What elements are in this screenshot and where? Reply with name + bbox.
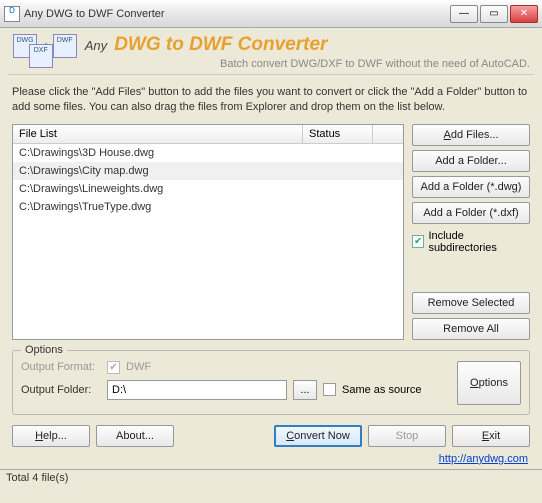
website-link[interactable]: http://anydwg.com — [439, 453, 528, 465]
options-button[interactable]: Options — [457, 361, 521, 405]
col-status[interactable]: Status — [303, 125, 373, 143]
list-item[interactable]: C:\Drawings\Lineweights.dwg — [13, 180, 403, 198]
file-list[interactable]: File List Status C:\Drawings\3D House.dw… — [12, 124, 404, 340]
add-files-button[interactable]: Add Files... — [412, 124, 530, 146]
close-button[interactable]: ✕ — [510, 5, 538, 23]
titlebar: D Any DWG to DWF Converter — ▭ ✕ — [0, 0, 542, 28]
header-title: DWG to DWF Converter — [114, 34, 327, 55]
remove-selected-button[interactable]: Remove Selected — [412, 292, 530, 314]
add-files-label: dd Files... — [451, 129, 499, 141]
header-subtitle: Batch convert DWG/DXF to DWF without the… — [85, 58, 530, 70]
header-icons: DWG ➔ DWF DXF — [12, 34, 79, 58]
maximize-button[interactable]: ▭ — [480, 5, 508, 23]
include-sub-checkbox[interactable]: ✔ — [412, 235, 424, 248]
status-bar: Total 4 file(s) — [0, 469, 542, 489]
output-folder-input[interactable] — [107, 380, 287, 400]
add-folder-dwg-button[interactable]: Add a Folder (*.dwg) — [412, 176, 530, 198]
dwf-label: DWF — [126, 361, 151, 373]
stop-button: Stop — [368, 425, 446, 447]
same-as-source-checkbox[interactable] — [323, 383, 336, 396]
options-group: Options Output Format: ✔ DWF Output Fold… — [12, 350, 530, 415]
app-icon: D — [4, 6, 20, 22]
same-as-source-label: Same as source — [342, 384, 421, 396]
dwf-icon: DWF — [53, 34, 77, 58]
minimize-button[interactable]: — — [450, 5, 478, 23]
col-file[interactable]: File List — [13, 125, 303, 143]
add-folder-button[interactable]: Add a Folder... — [412, 150, 530, 172]
header-any: Any — [85, 38, 107, 53]
options-legend: Options — [21, 344, 67, 356]
about-button[interactable]: About... — [96, 425, 174, 447]
dwf-checkbox: ✔ — [107, 361, 120, 374]
intro-text: Please click the "Add Files" button to a… — [0, 75, 542, 124]
header: DWG ➔ DWF DXF Any DWG to DWF Converter B… — [0, 28, 542, 74]
include-sub-row[interactable]: ✔ Include subdirectories — [412, 230, 530, 254]
include-sub-label: Include subdirectories — [428, 230, 530, 254]
list-item[interactable]: C:\Drawings\3D House.dwg — [13, 144, 403, 162]
list-header: File List Status — [13, 125, 403, 144]
list-item[interactable]: C:\Drawings\City map.dwg — [13, 162, 403, 180]
browse-button[interactable]: ... — [293, 380, 317, 400]
dxf-icon: DXF — [29, 44, 53, 68]
convert-button[interactable]: Convert Now — [274, 425, 362, 447]
output-folder-label: Output Folder: — [21, 384, 101, 396]
output-format-label: Output Format: — [21, 361, 101, 373]
window-title: Any DWG to DWF Converter — [24, 8, 448, 20]
add-folder-dxf-button[interactable]: Add a Folder (*.dxf) — [412, 202, 530, 224]
exit-button[interactable]: Exit — [452, 425, 530, 447]
help-button[interactable]: Help... — [12, 425, 90, 447]
col-extra — [373, 125, 403, 143]
remove-all-button[interactable]: Remove All — [412, 318, 530, 340]
list-item[interactable]: C:\Drawings\TrueType.dwg — [13, 198, 403, 216]
